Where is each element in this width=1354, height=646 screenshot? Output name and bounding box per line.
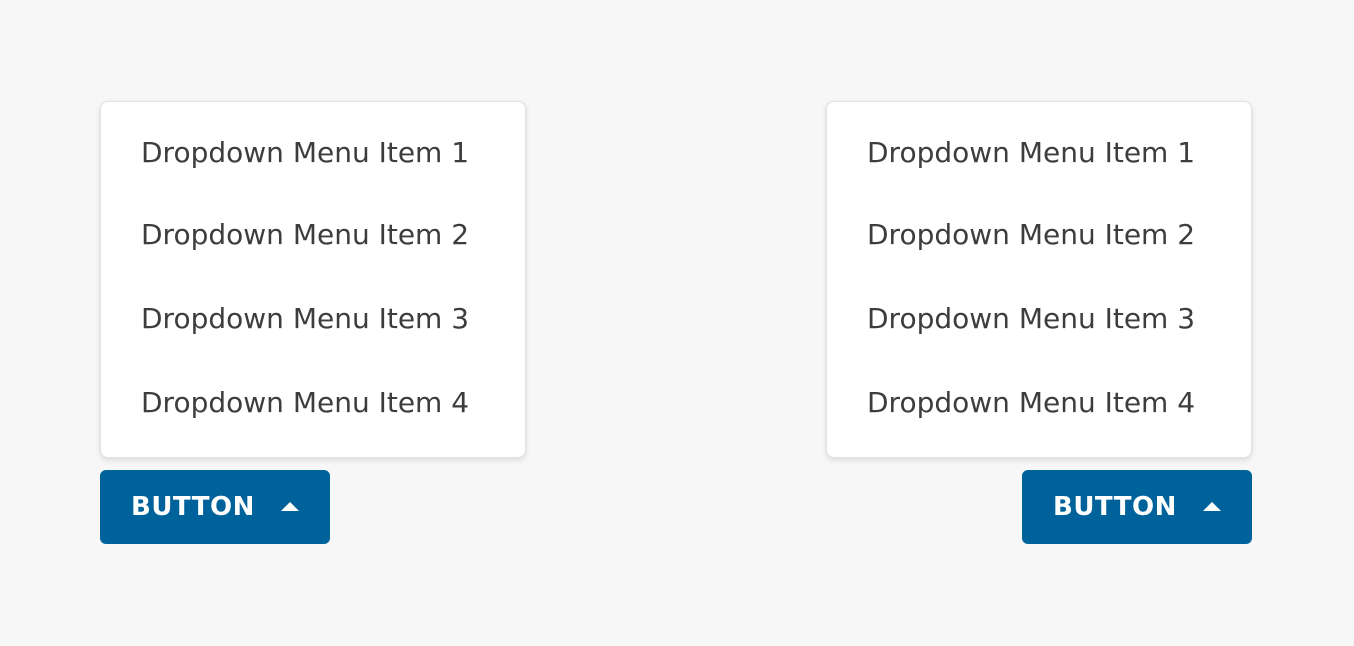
button-label: BUTTON: [131, 492, 255, 522]
menu-item-4[interactable]: Dropdown Menu Item 4: [827, 361, 1251, 445]
menu-item-3[interactable]: Dropdown Menu Item 3: [827, 277, 1251, 361]
menu-item-1[interactable]: Dropdown Menu Item 1: [827, 113, 1251, 193]
menu-item-4[interactable]: Dropdown Menu Item 4: [101, 361, 525, 445]
menu-item-3[interactable]: Dropdown Menu Item 3: [101, 277, 525, 361]
menu-item-2[interactable]: Dropdown Menu Item 2: [101, 193, 525, 277]
dropdown-menu-left: Dropdown Menu Item 1 Dropdown Menu Item …: [100, 101, 526, 458]
button-label: BUTTON: [1053, 492, 1177, 522]
dropdown-button-right[interactable]: BUTTON: [1022, 470, 1252, 544]
caret-up-icon: [280, 501, 299, 511]
caret-up-icon: [1202, 501, 1221, 511]
menu-item-2[interactable]: Dropdown Menu Item 2: [827, 193, 1251, 277]
dropdown-button-left[interactable]: BUTTON: [100, 470, 330, 544]
menu-item-1[interactable]: Dropdown Menu Item 1: [101, 113, 525, 193]
dropdown-menu-right: Dropdown Menu Item 1 Dropdown Menu Item …: [826, 101, 1252, 458]
